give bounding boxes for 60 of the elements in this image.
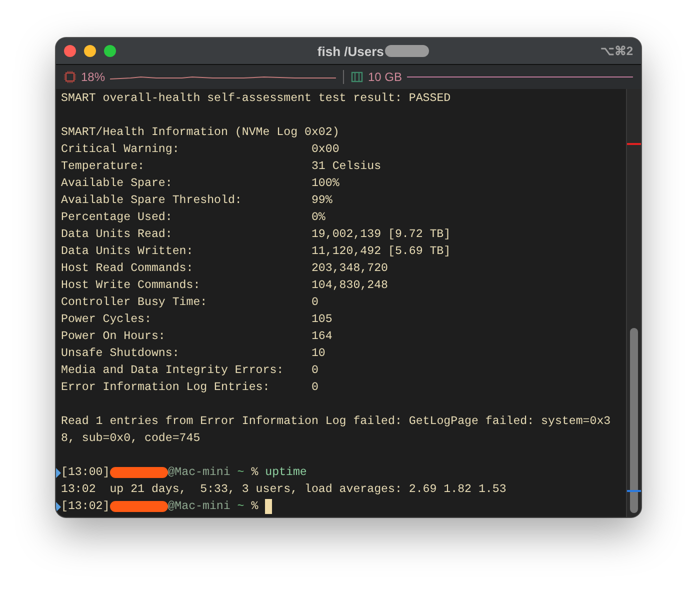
- scroll-marker: [627, 143, 641, 145]
- field-label: Critical Warning:: [61, 142, 180, 158]
- field-value: 100%: [311, 176, 340, 192]
- field-label: Host Write Commands:: [61, 278, 202, 294]
- prompt-directory: ~: [237, 499, 244, 515]
- prompt-host: @Mac-mini: [168, 465, 230, 481]
- prompt-directory: ~: [237, 465, 244, 481]
- field-value: 105: [311, 312, 332, 328]
- cpu-reading: 18%: [81, 70, 106, 84]
- prompt-host: @Mac-mini: [168, 499, 230, 515]
- field-value: 10: [311, 346, 326, 362]
- field-value: 31 Celsius: [311, 159, 382, 175]
- field-value: 0: [311, 363, 318, 379]
- field-label: Media and Data Integrity Errors:: [61, 363, 285, 379]
- redaction-mark: [110, 467, 168, 478]
- output-line: SMART overall-health self-assessment test result: PASSED: [61, 92, 451, 105]
- field-label: Percentage Used:: [61, 210, 174, 226]
- window-title: fish /Users: [317, 44, 384, 58]
- output-line: 13:02 up 21 days, 5:33, 3 users, load averages: 2.69 1.82 1.53: [61, 483, 506, 496]
- minimize-button[interactable]: [84, 45, 96, 57]
- field-label: Host Read Commands:: [61, 261, 194, 277]
- scroll-marker: [627, 490, 641, 492]
- prompt-time: [13:02]: [61, 499, 110, 515]
- prompt-time: [13:00]: [61, 465, 110, 481]
- field-value: 0x00: [311, 142, 340, 158]
- field-value: 0%: [311, 210, 326, 226]
- output-line: Read 1 entries from Error Information Log failed: GetLogPage failed: system=0x38, sub=0x0, code=745: [61, 415, 611, 445]
- field-value: 0: [311, 380, 318, 396]
- field-value: 99%: [311, 193, 332, 209]
- field-value: 203,348,720: [311, 261, 388, 277]
- field-label: Unsafe Shutdowns:: [61, 346, 180, 362]
- scrollbar-thumb[interactable]: [630, 328, 638, 513]
- prompt-marker-icon: [56, 468, 61, 478]
- prompt-marker-icon: [56, 502, 61, 512]
- cpu-icon: [64, 71, 76, 83]
- field-value: 11,120,492 [5.69 TB]: [311, 244, 451, 260]
- prompt-symbol: %: [251, 499, 258, 515]
- field-label: Available Spare Threshold:: [61, 193, 243, 209]
- output-line: SMART/Health Information (NVMe Log 0x02): [61, 126, 340, 139]
- zoom-button[interactable]: [104, 45, 116, 57]
- field-label: Power On Hours:: [61, 329, 166, 345]
- close-button[interactable]: [64, 45, 76, 57]
- field-label: Power Cycles:: [61, 312, 152, 328]
- field-label: Data Units Read:: [61, 227, 174, 243]
- field-label: Controller Busy Time:: [61, 295, 208, 311]
- memory-reading: 10 GB: [368, 70, 402, 84]
- field-label: Available Spare:: [61, 176, 174, 192]
- field-label: Error Information Log Entries:: [61, 380, 271, 396]
- memory-icon: [351, 71, 363, 83]
- redaction-mark: [110, 501, 168, 512]
- field-value: 19,002,139 [9.72 TB]: [311, 227, 451, 243]
- field-label: Temperature:: [61, 159, 146, 175]
- keyboard-shortcut: ⌥⌘2: [600, 44, 633, 58]
- field-label: Data Units Written:: [61, 244, 194, 260]
- command-text: uptime: [265, 465, 307, 481]
- prompt-symbol: %: [251, 465, 258, 481]
- redaction-mark: [384, 45, 429, 57]
- field-value: 164: [311, 329, 332, 345]
- field-value: 0: [311, 295, 318, 311]
- field-value: 104,830,248: [311, 278, 388, 294]
